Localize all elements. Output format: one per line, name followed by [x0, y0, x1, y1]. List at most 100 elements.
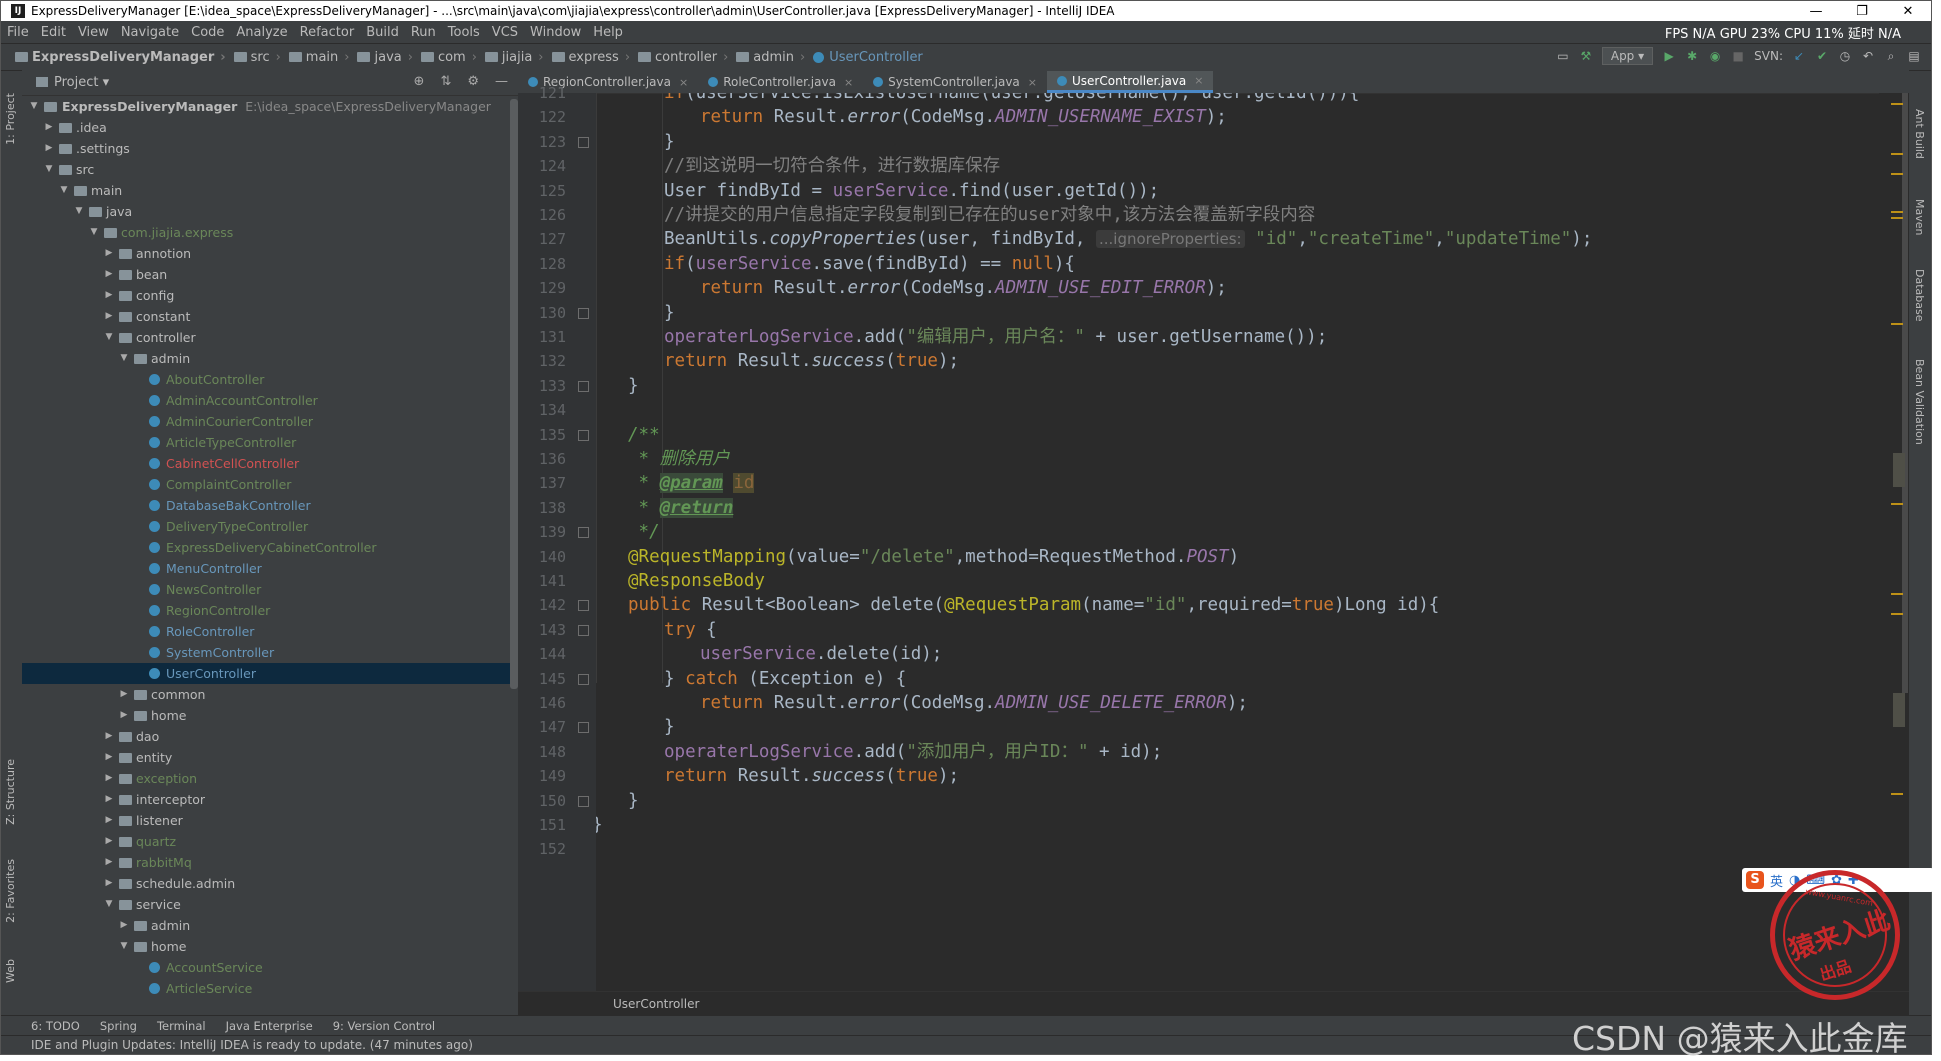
tree-item[interactable]: ▶ common	[22, 684, 518, 705]
tree-item[interactable]: ▶ constant	[22, 306, 518, 327]
search-icon[interactable]: ⌕	[1884, 49, 1898, 63]
tree-item[interactable]: DeliveryTypeController	[22, 516, 518, 537]
run-icon[interactable]: ▶	[1662, 49, 1676, 63]
collapse-arrow-icon[interactable]: ▼	[118, 936, 130, 957]
tree-item[interactable]: UserController	[22, 663, 518, 684]
tree-item[interactable]: MenuController	[22, 558, 518, 579]
editor-scrollbar[interactable]	[1902, 93, 1908, 693]
breadcrumb-express[interactable]: express ›	[548, 50, 635, 65]
collapse-all-icon[interactable]: ⇅	[440, 74, 451, 89]
menu-build[interactable]: Build	[360, 25, 405, 40]
tree-item[interactable]: AdminCourierController	[22, 411, 518, 432]
expand-arrow-icon[interactable]: ▶	[118, 684, 130, 705]
menu-view[interactable]: View	[72, 25, 115, 40]
tree-item[interactable]: ▶ quartz	[22, 831, 518, 852]
menu-window[interactable]: Window	[524, 25, 587, 40]
code-line[interactable]: */	[628, 520, 660, 544]
tree-root[interactable]: ▼ ExpressDeliveryManager E:\idea_space\Ex…	[22, 96, 518, 117]
version-control-tool-button[interactable]: 9: Version Control	[333, 1019, 435, 1033]
expand-arrow-icon[interactable]: ▶	[103, 852, 115, 873]
code-line[interactable]: operaterLogService.add("添加用户，用户ID：" + id…	[664, 740, 1162, 764]
tree-item[interactable]: AdminAccountController	[22, 390, 518, 411]
tree-item[interactable]: SystemController	[22, 642, 518, 663]
tree-item[interactable]: CabinetCellController	[22, 453, 518, 474]
code-line[interactable]: } catch (Exception e) {	[664, 667, 906, 691]
database-tool-button[interactable]: Database	[1913, 269, 1926, 322]
menu-file[interactable]: File	[1, 25, 35, 40]
code-line[interactable]: public Result<Boolean> delete(@RequestPa…	[628, 593, 1439, 617]
maximize-button[interactable]: ❐	[1839, 4, 1885, 19]
fold-marker-icon[interactable]	[578, 795, 589, 807]
expand-arrow-icon[interactable]: ▶	[103, 264, 115, 285]
collapse-arrow-icon[interactable]: ▼	[73, 201, 85, 222]
menu-navigate[interactable]: Navigate	[115, 25, 185, 40]
close-tab-icon[interactable]: ×	[1194, 74, 1203, 87]
editor-tab[interactable]: RoleController.java ×	[698, 71, 863, 93]
coverage-icon[interactable]: ◉	[1708, 49, 1722, 63]
tree-item[interactable]: ExpressDeliveryCabinetController	[22, 537, 518, 558]
code-line[interactable]: userService.delete(id);	[700, 642, 942, 666]
fold-marker-icon[interactable]	[578, 527, 589, 539]
structure-tool-button[interactable]: Z: Structure	[4, 759, 17, 825]
expand-arrow-icon[interactable]: ▶	[103, 831, 115, 852]
hide-icon[interactable]: —	[495, 74, 508, 89]
close-tab-icon[interactable]: ×	[1028, 76, 1037, 89]
tree-item[interactable]: ▶ .settings	[22, 138, 518, 159]
expand-arrow-icon[interactable]: ▶	[103, 306, 115, 327]
close-button[interactable]: ✕	[1885, 4, 1931, 19]
tree-item[interactable]: ▼ src	[22, 159, 518, 180]
fold-marker-icon[interactable]	[578, 429, 589, 441]
tree-item[interactable]: RoleController	[22, 621, 518, 642]
project-tool-button[interactable]: 1: Project	[4, 93, 17, 145]
tree-item[interactable]: ▶ admin	[22, 915, 518, 936]
tree-item[interactable]: AboutController	[22, 369, 518, 390]
tree-item[interactable]: RegionController	[22, 600, 518, 621]
code-line[interactable]: /**	[628, 423, 660, 447]
code-line[interactable]: * @return	[628, 496, 734, 520]
breadcrumb-controller[interactable]: controller ›	[634, 50, 732, 65]
menu-refactor[interactable]: Refactor	[294, 25, 361, 40]
menu-tools[interactable]: Tools	[442, 25, 486, 40]
tree-item[interactable]: ▶ schedule.admin	[22, 873, 518, 894]
run-configuration-select[interactable]: App ▾	[1601, 47, 1654, 65]
code-line[interactable]: return Result.error(CodeMsg.ADMIN_USERNA…	[700, 105, 1227, 129]
fold-marker-icon[interactable]	[578, 600, 589, 612]
code-line[interactable]: //到这说明一切符合条件，进行数据库保存	[664, 154, 1000, 178]
fold-marker-icon[interactable]	[578, 380, 589, 392]
collapse-arrow-icon[interactable]: ▼	[58, 180, 70, 201]
close-tab-icon[interactable]: ×	[844, 76, 853, 89]
tree-item[interactable]: DatabaseBakController	[22, 495, 518, 516]
tree-item[interactable]: ▼ home	[22, 936, 518, 957]
tree-item[interactable]: ArticleService	[22, 978, 518, 999]
collapse-arrow-icon[interactable]: ▼	[103, 327, 115, 348]
tree-item[interactable]: ▶ exception	[22, 768, 518, 789]
code-line[interactable]: try {	[664, 618, 717, 642]
expand-arrow-icon[interactable]: ▶	[103, 789, 115, 810]
code-line[interactable]: BeanUtils.copyProperties(user, findById,…	[664, 227, 1592, 251]
expand-arrow-icon[interactable]: ▶	[103, 873, 115, 894]
expand-arrow-icon[interactable]: ▶	[118, 915, 130, 936]
collapse-arrow-icon[interactable]: ▼	[88, 222, 100, 243]
expand-arrow-icon[interactable]: ▶	[103, 768, 115, 789]
code-line[interactable]: }	[664, 715, 675, 739]
code-area[interactable]: if(userService.isExistUsername(user.getU…	[596, 93, 1879, 992]
tree-item[interactable]: ▼ main	[22, 180, 518, 201]
layout-icon[interactable]: ▭	[1556, 49, 1570, 63]
terminal-tool-button[interactable]: Terminal	[157, 1019, 206, 1033]
breadcrumb-usercontroller[interactable]: UserController	[809, 50, 927, 65]
code-line[interactable]: }	[664, 130, 675, 154]
stop-icon[interactable]: ■	[1731, 49, 1745, 63]
code-line[interactable]: if(userService.isExistUsername(user.getU…	[664, 93, 1359, 105]
expand-arrow-icon[interactable]: ▶	[103, 726, 115, 747]
revert-icon[interactable]: ↶	[1861, 49, 1875, 63]
code-line[interactable]: return Result.success(true);	[664, 764, 959, 788]
collapse-arrow-icon[interactable]: ▼	[43, 159, 55, 180]
ant-build-tool-button[interactable]: Ant Build	[1913, 109, 1926, 159]
breadcrumb-main[interactable]: main ›	[285, 50, 354, 65]
code-line[interactable]: * 删除用户	[628, 447, 730, 471]
maven-tool-button[interactable]: Maven	[1913, 199, 1926, 235]
code-line[interactable]: @ResponseBody	[628, 569, 765, 593]
editor-tab[interactable]: SystemController.java ×	[863, 71, 1047, 93]
code-line[interactable]: @RequestMapping(value="/delete",method=R…	[628, 545, 1239, 569]
code-line[interactable]: //讲提交的用户信息指定字段复制到已存在的user对象中,该方法会覆盖新字段内容	[664, 203, 1315, 227]
